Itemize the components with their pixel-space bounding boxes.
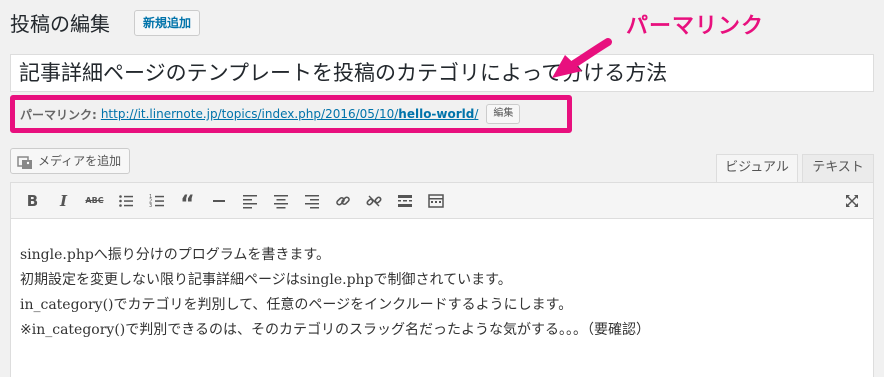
tab-text[interactable]: テキスト [802,154,874,182]
permalink-row: パーマリンク: http://it.linernote.jp/topics/in… [20,104,521,124]
annotation-label: パーマリンク [626,14,765,39]
edit-slug-button[interactable]: 編集 [486,104,521,124]
content-line-3: in_category()でカテゴリを判別して、任意のページをインクルードするよ… [20,297,573,313]
bullet-list-icon[interactable] [110,187,141,215]
fullscreen-icon[interactable] [836,187,867,215]
svg-text:3: 3 [149,203,152,209]
strikethrough-icon[interactable]: ABC [79,187,110,215]
add-new-button[interactable]: 新規追加 [134,10,201,36]
content-line-2: 初期設定を変更しない限り記事詳細ページはsingle.phpで制御されています。 [20,272,512,288]
editor: B I ABC 123 “ single.phpへ振り分けのプログラムを書きます… [10,182,874,377]
tab-visual[interactable]: ビジュアル [716,154,798,182]
content-line-1: single.phpへ振り分けのプログラムを書きます。 [20,247,330,263]
permalink-url-trailing: / [474,107,479,121]
page-title: 投稿の編集 [10,12,110,36]
permalink-url-base: http://it.linernote.jp/topics/index.php/… [100,107,399,121]
insert-link-icon[interactable] [327,187,358,215]
editor-content[interactable]: single.phpへ振り分けのプログラムを書きます。 初期設定を変更しない限り… [11,219,873,343]
permalink-link[interactable]: http://it.linernote.jp/topics/index.php/… [101,107,479,121]
content-line-4: ※in_category()で判別できるのは、そのカテゴリのスラッグ名だったよう… [20,322,650,338]
add-media-label: メディアを追加 [38,154,122,168]
align-center-icon[interactable] [265,187,296,215]
post-title-input[interactable]: 記事詳細ページのテンプレートを投稿のカテゴリによって分ける方法 [10,54,874,92]
permalink-label: パーマリンク: [20,107,97,122]
toolbar-toggle-icon[interactable] [420,187,451,215]
horizontal-rule-icon[interactable] [203,187,234,215]
editor-toolbar: B I ABC 123 “ [11,183,873,219]
read-more-icon[interactable] [389,187,420,215]
blockquote-icon[interactable]: “ [172,187,203,215]
align-right-icon[interactable] [296,187,327,215]
align-left-icon[interactable] [234,187,265,215]
remove-link-icon[interactable] [358,187,389,215]
media-icon [17,154,33,169]
numbered-list-icon[interactable]: 123 [141,187,172,215]
permalink-slug: hello-world [398,107,475,121]
add-media-button[interactable]: メディアを追加 [10,148,131,174]
bold-icon[interactable]: B [17,187,48,215]
italic-icon[interactable]: I [48,187,79,215]
